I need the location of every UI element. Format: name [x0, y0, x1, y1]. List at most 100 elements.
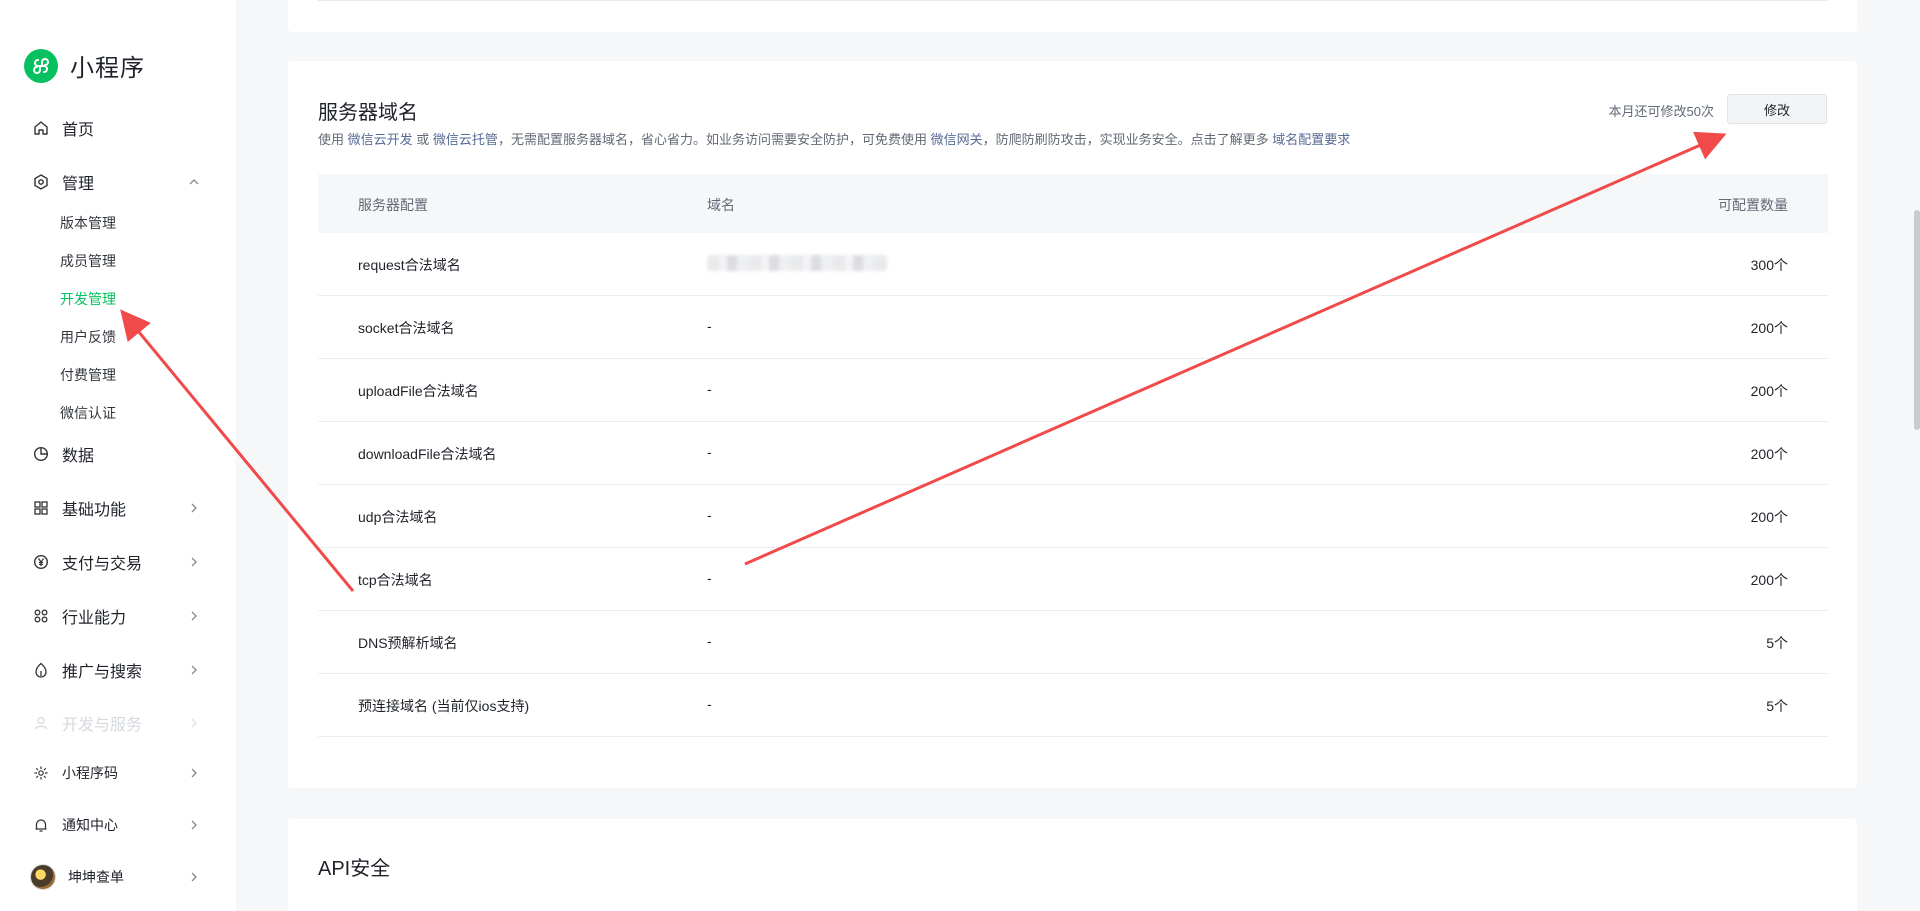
config-cell: udp合法域名 [358, 509, 438, 525]
column-header: 域名 [707, 197, 735, 213]
link-domain-requirements[interactable]: 域名配置要求 [1272, 132, 1350, 147]
nav-label: 小程序码 [62, 765, 118, 781]
count-cell: 200个 [1750, 446, 1788, 462]
count-cell: 200个 [1750, 509, 1788, 525]
subnav-payment[interactable]: 付费管理 [60, 365, 116, 385]
home-icon [32, 119, 50, 137]
modify-quota-text: 本月还可修改50次 [1608, 104, 1714, 119]
config-cell: DNS预解析域名 [358, 635, 458, 651]
count-cell: 200个 [1750, 320, 1788, 336]
domain-cell: - [707, 507, 712, 523]
bell-icon [32, 816, 50, 834]
chart-pie-icon [32, 445, 50, 463]
chevron-right-icon [186, 554, 202, 570]
dev-icon [32, 714, 50, 732]
config-cell: tcp合法域名 [358, 572, 433, 588]
desc-text: 或 [416, 132, 430, 147]
brand[interactable]: 小程序 [24, 48, 145, 83]
nav-label: 基础功能 [62, 502, 127, 519]
nav-label: 通知中心 [62, 817, 118, 833]
nav-label: 管理 [62, 176, 95, 193]
domain-cell: - [707, 318, 712, 334]
promote-icon [32, 661, 50, 679]
chevron-up-icon [186, 174, 202, 190]
nav-account[interactable]: 坤坤查单 [30, 864, 202, 890]
count-cell: 200个 [1750, 572, 1788, 588]
config-cell: socket合法域名 [358, 320, 455, 336]
table-row: 预连接域名 (当前仅ios支持) - 5个 [318, 674, 1828, 737]
edit-button[interactable]: 修改 [1727, 94, 1827, 124]
code-icon [32, 764, 50, 782]
chevron-right-icon [186, 662, 202, 678]
count-cell: 5个 [1766, 635, 1788, 651]
mini-program-logo-icon [24, 48, 58, 83]
nav-manage[interactable]: 管理 [32, 170, 202, 194]
nav-label: 行业能力 [62, 610, 127, 627]
section-title: API安全 [318, 858, 391, 880]
chevron-right-icon [186, 608, 202, 624]
sidebar: 小程序 首页 管理 版本管理 成员管理 开发管理 用户反馈 付费管理 微信认证 … [0, 0, 236, 911]
nav-industry[interactable]: 行业能力 [32, 604, 202, 628]
grid-icon [32, 499, 50, 517]
table-row: downloadFile合法域名 - 200个 [318, 422, 1828, 485]
count-cell: 200个 [1750, 383, 1788, 399]
table-row: DNS预解析域名 - 5个 [318, 611, 1828, 674]
scrollbar[interactable] [1914, 210, 1920, 430]
table-header: 服务器配置 域名 可配置数量 [318, 174, 1828, 233]
table-row: socket合法域名 - 200个 [318, 296, 1828, 359]
section-description: 使用 微信云开发 或 微信云托管，无需配置服务器域名，省心省力。如业务访问需要安… [318, 129, 1350, 148]
subnav-version[interactable]: 版本管理 [60, 213, 116, 233]
count-cell: 5个 [1766, 698, 1788, 714]
count-cell: 300个 [1750, 257, 1788, 273]
config-cell: downloadFile合法域名 [358, 446, 497, 462]
column-header: 可配置数量 [1718, 197, 1788, 213]
nav-label: 首页 [62, 122, 95, 139]
domain-table: 服务器配置 域名 可配置数量 request合法域名 300个 socket合法… [318, 174, 1828, 737]
chevron-right-icon [186, 817, 202, 833]
subnav-feedback[interactable]: 用户反馈 [60, 327, 116, 347]
api-security-card: API安全 [288, 819, 1857, 911]
nav-payment-trade[interactable]: 支付与交易 [32, 550, 202, 574]
chevron-right-icon [186, 869, 202, 885]
nav-dev-service[interactable]: 开发与服务 [32, 711, 202, 735]
domain-cell: - [707, 444, 712, 460]
desc-text: 使用 [318, 132, 345, 147]
desc-text: ，无需配置服务器域名，省心省力。如业务访问需要安全防护，可免费使用 [497, 132, 927, 147]
nav-mini-program-code[interactable]: 小程序码 [32, 763, 202, 783]
chevron-right-icon [186, 715, 202, 731]
column-header: 服务器配置 [358, 197, 428, 213]
table-row: request合法域名 300个 [318, 233, 1828, 296]
nav-basic-features[interactable]: 基础功能 [32, 496, 202, 520]
table-row: uploadFile合法域名 - 200个 [318, 359, 1828, 422]
config-cell: 预连接域名 (当前仅ios支持) [358, 698, 530, 714]
domain-cell: - [707, 633, 712, 649]
nav-label: 支付与交易 [62, 556, 143, 573]
chevron-right-icon [186, 765, 202, 781]
chevron-right-icon [186, 500, 202, 516]
desc-text: ，防爬防刷防攻击，实现业务安全。点击了解更多 [982, 132, 1269, 147]
domain-cell: - [707, 381, 712, 397]
nav-label: 开发与服务 [62, 717, 143, 734]
nav-notifications[interactable]: 通知中心 [32, 815, 202, 835]
industry-icon [32, 607, 50, 625]
avatar [30, 864, 56, 890]
domain-cell: - [707, 696, 712, 712]
section-title: 服务器域名 [318, 102, 418, 124]
domain-cell: - [707, 570, 712, 586]
server-domain-card: 服务器域名 使用 微信云开发 或 微信云托管，无需配置服务器域名，省心省力。如业… [288, 61, 1857, 788]
nav-data[interactable]: 数据 [32, 442, 202, 466]
nav-promote-search[interactable]: 推广与搜索 [32, 658, 202, 682]
link-gateway[interactable]: 微信网关 [931, 132, 983, 147]
subnav-dev-manage[interactable]: 开发管理 [60, 289, 116, 309]
link-cloud-host[interactable]: 微信云托管 [433, 132, 498, 147]
nav-home[interactable]: 首页 [32, 116, 202, 140]
nav-label: 推广与搜索 [62, 664, 143, 681]
yen-icon [32, 553, 50, 571]
subnav-members[interactable]: 成员管理 [60, 251, 116, 271]
settings-icon [32, 173, 50, 191]
subnav-wechat-verify[interactable]: 微信认证 [60, 403, 116, 423]
app-name: 小程序 [70, 55, 145, 82]
redacted-domain [707, 255, 887, 271]
link-cloud-dev[interactable]: 微信云开发 [348, 132, 413, 147]
config-cell: uploadFile合法域名 [358, 383, 479, 399]
